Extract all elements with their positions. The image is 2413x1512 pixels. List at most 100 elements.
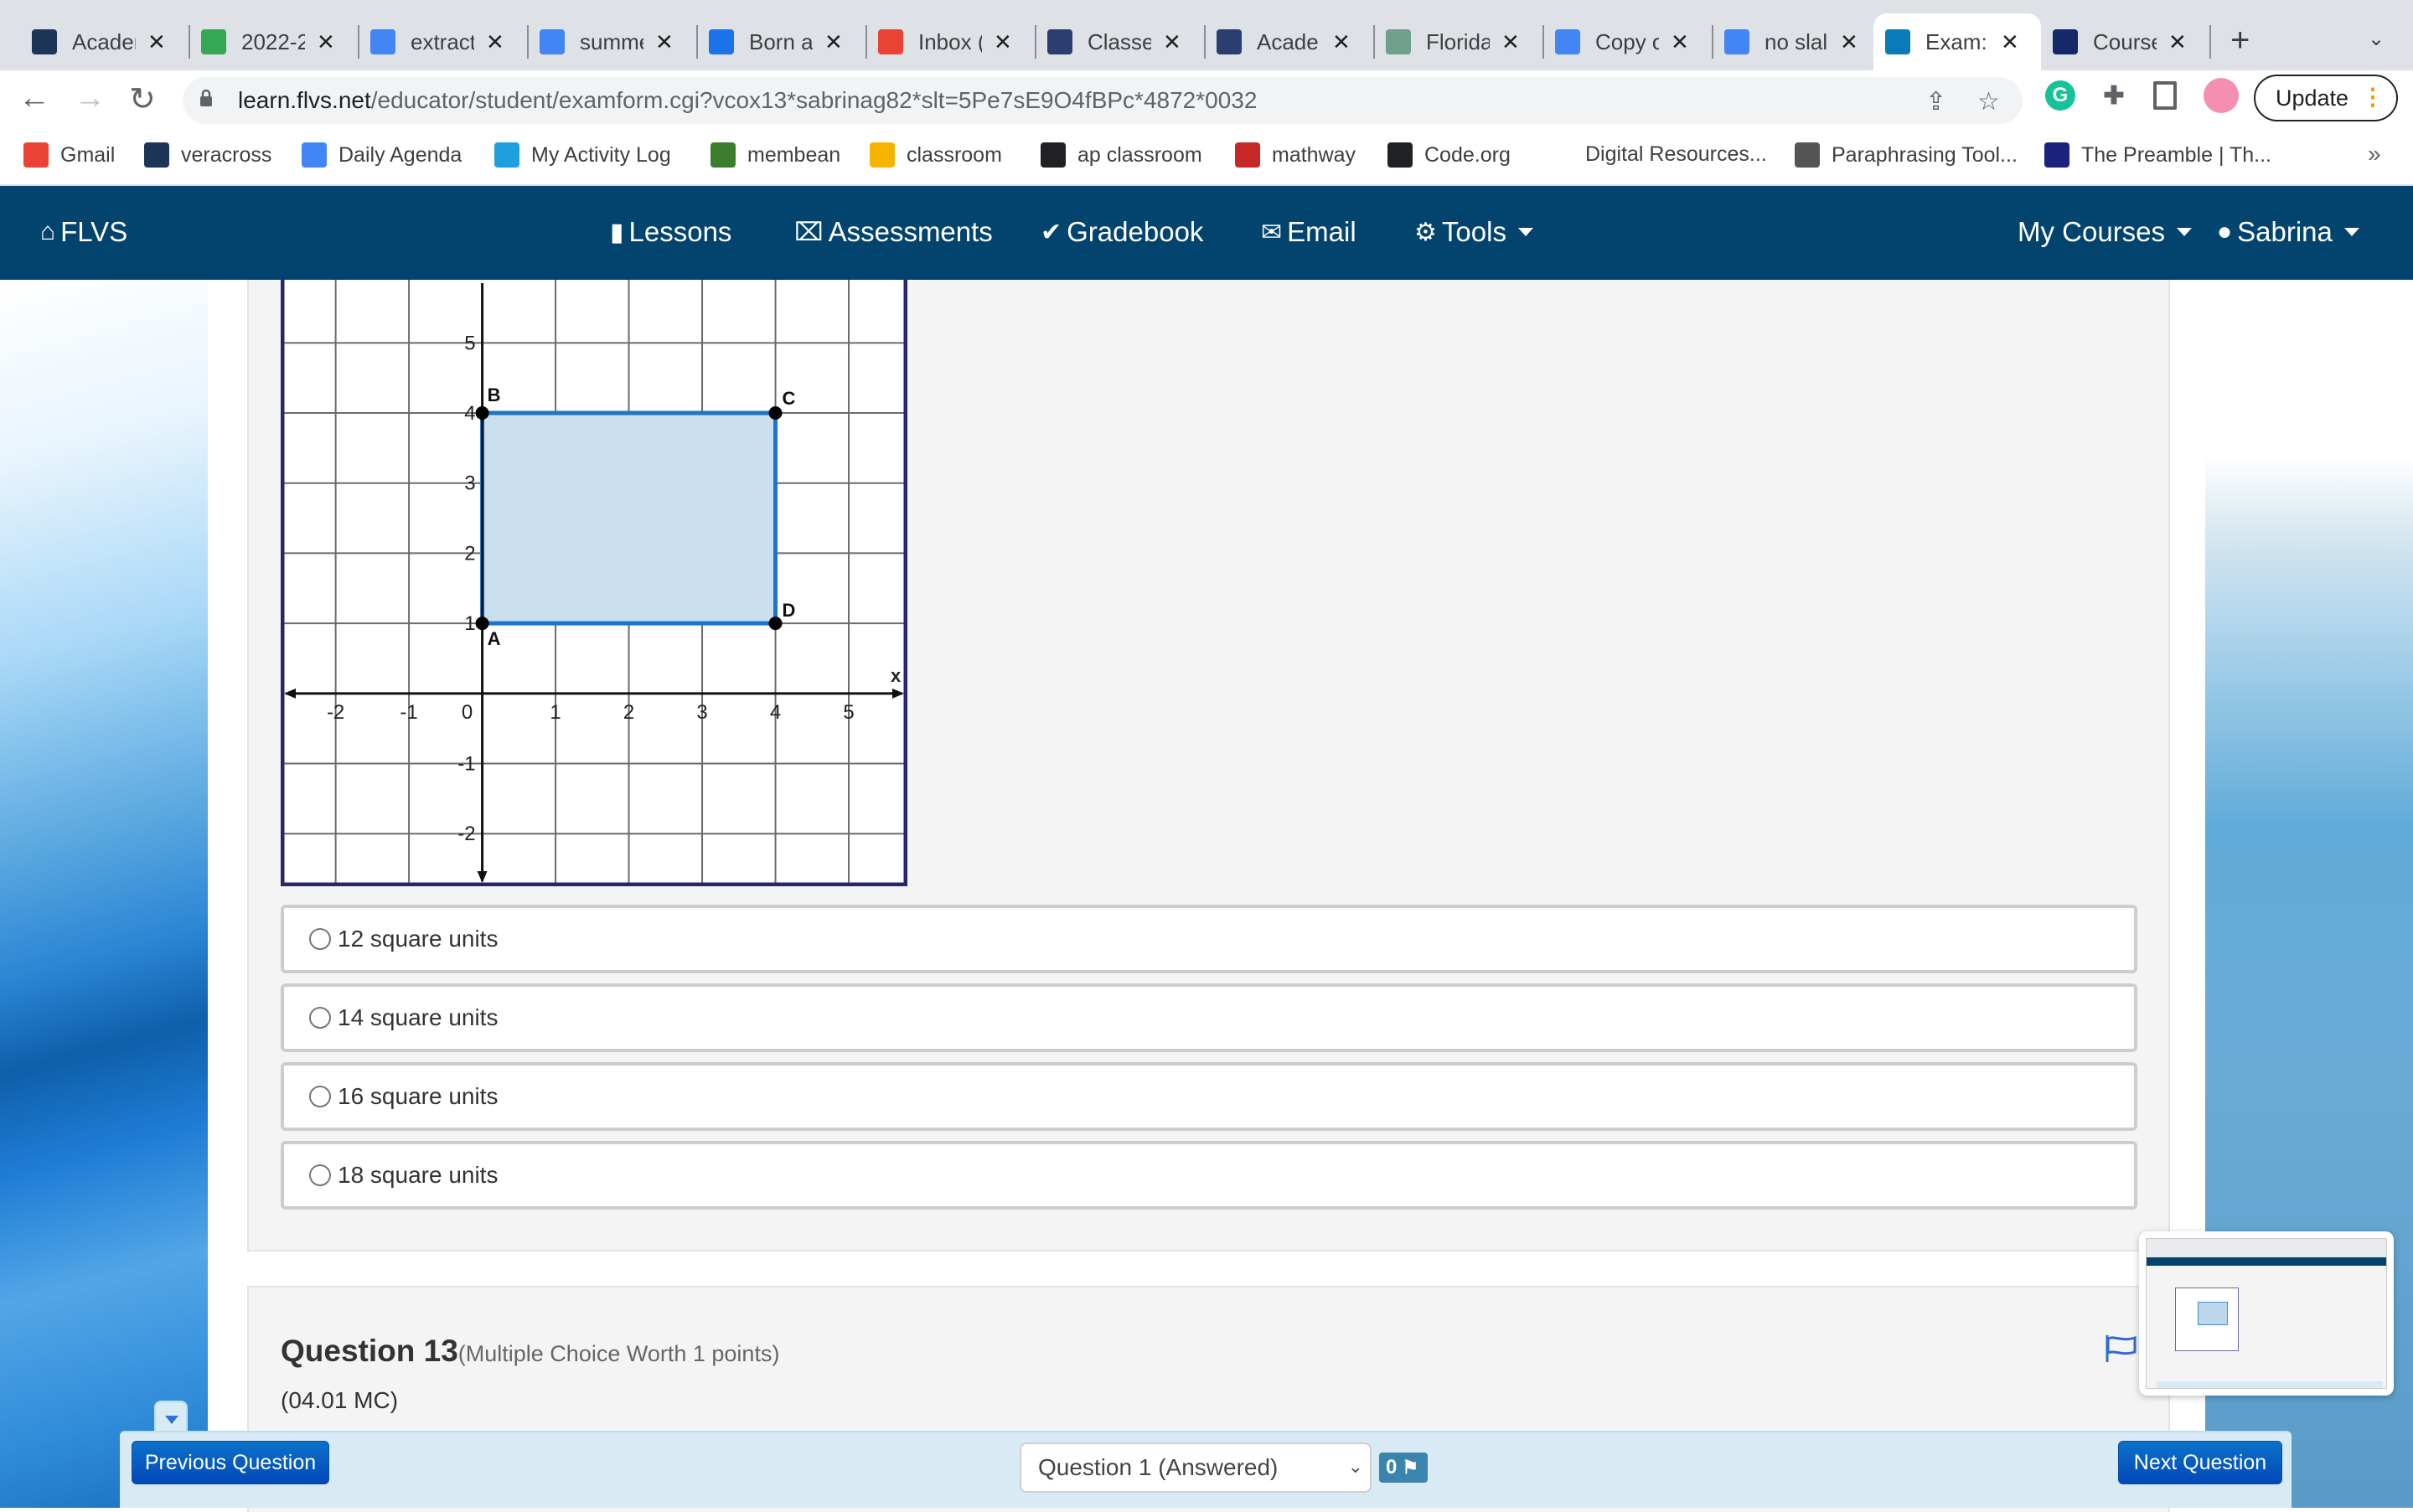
grammarly-icon[interactable]: G	[2045, 80, 2075, 111]
nav-lessons[interactable]: ▮ Lessons	[610, 216, 731, 248]
tab-close-icon[interactable]: ✕	[147, 29, 166, 55]
new-tab-button[interactable]: +	[2230, 22, 2250, 59]
x-tick-label: 0	[462, 701, 473, 724]
browser-tab[interactable]: Inbox (✕	[866, 18, 1036, 65]
y-tick-label: -1	[457, 753, 475, 776]
bookmark-label: Code.org	[1424, 142, 1511, 167]
forward-button[interactable]: →	[74, 80, 106, 116]
nav-email[interactable]: ✉ Email	[1261, 216, 1356, 248]
update-button[interactable]: Update ⋮	[2254, 75, 2398, 121]
tab-close-icon[interactable]: ✕	[1501, 29, 1520, 55]
acorn-icon	[1041, 142, 1066, 168]
home-icon: ⌂	[40, 218, 56, 245]
nav-user-menu[interactable]: ● Sabrina	[2217, 216, 2359, 248]
tab-title: Born a	[749, 28, 813, 54]
browser-tab[interactable]: Born a ✕	[697, 18, 867, 65]
course-shield-icon	[2053, 29, 2078, 54]
tab-close-icon[interactable]: ✕	[655, 29, 674, 55]
tab-close-icon[interactable]: ✕	[1332, 29, 1351, 55]
previous-question-button[interactable]: Previous Question	[132, 1441, 329, 1484]
bookmark-star-icon[interactable]: ☆	[1977, 87, 2000, 116]
google-docs-icon	[302, 142, 327, 168]
side-panel-icon[interactable]	[2153, 81, 2177, 110]
answer-option-3[interactable]: 16 square units	[281, 1062, 2137, 1131]
bookmark-item[interactable]: The Preamble | Th...	[2044, 142, 2271, 168]
thumbnail-bottom-bar	[2157, 1381, 2383, 1388]
nav-gradebook[interactable]: ✔ Gradebook	[1041, 216, 1203, 248]
y-tick-label: 3	[464, 472, 475, 495]
extensions-puzzle-icon[interactable]: ✚	[2099, 80, 2129, 111]
radio-button[interactable]	[309, 1086, 331, 1107]
radio-button[interactable]	[309, 928, 331, 950]
answer-option-4[interactable]: 18 square units	[281, 1141, 2137, 1210]
browser-tab[interactable]: 2022-2 ✕	[189, 18, 359, 65]
tab-close-icon[interactable]: ✕	[824, 29, 843, 55]
url-text[interactable]: learn.flvs.net/educator/student/examform…	[238, 87, 1257, 114]
envelope-icon: ✉	[1261, 218, 1283, 246]
flagged-count-badge[interactable]: 0 ⚑	[1379, 1453, 1428, 1483]
tab-close-icon[interactable]: ✕	[2168, 29, 2187, 55]
address-bar[interactable]: learn.flvs.net/educator/student/examform…	[183, 77, 2023, 124]
tab-close-icon[interactable]: ✕	[1163, 29, 1181, 55]
browser-tab[interactable]: Acade ✕	[1205, 18, 1375, 65]
question-select[interactable]: Question 1 (Answered) ⌄	[1020, 1442, 1372, 1493]
coordinate-graph: -2 -1 0 1 2 3 4 5 5 4 3 2 1 -1 -2 x A B C D	[281, 280, 907, 886]
bookmark-label: membean	[747, 142, 841, 167]
answer-option-1[interactable]: 12 square units	[281, 905, 2137, 973]
browser-tab[interactable]: summe ✕	[528, 18, 698, 65]
bookmark-item[interactable]: Code.org	[1387, 142, 1511, 168]
nav-assessments[interactable]: ⌧ Assessments	[794, 216, 993, 248]
next-question-button[interactable]: Next Question	[2118, 1441, 2282, 1484]
gmail-icon	[878, 29, 903, 54]
book-icon: ▮	[610, 218, 624, 246]
tab-search-button[interactable]: ⌄	[2368, 27, 2385, 51]
bookmark-item[interactable]: ap classroom	[1041, 142, 1202, 168]
share-icon[interactable]: ⇪	[1925, 87, 1946, 116]
browser-tab[interactable]: Copy o ✕	[1543, 18, 1713, 65]
bookmark-item[interactable]: mathway	[1235, 142, 1356, 168]
bookmark-item[interactable]: Daily Agenda	[302, 142, 462, 168]
answer-option-2[interactable]: 14 square units	[281, 983, 2137, 1052]
option-label: 16 square units	[338, 1083, 499, 1109]
question-13-code: (04.01 MC)	[281, 1387, 399, 1413]
browser-tab[interactable]: Exam: ✕	[1873, 13, 2041, 70]
flag-question-icon[interactable]	[2105, 1334, 2138, 1364]
bookmark-item[interactable]: veracross	[144, 142, 271, 168]
browser-tab[interactable]: extract ✕	[359, 18, 529, 65]
inbox-icon: ⌧	[794, 218, 824, 246]
nav-my-courses[interactable]: My Courses	[2018, 216, 2193, 248]
tab-title: Course	[2093, 28, 2157, 54]
browser-tab[interactable]: Classe ✕	[1036, 18, 1206, 65]
tab-close-icon[interactable]: ✕	[2001, 29, 2019, 55]
screenshot-thumbnail[interactable]	[2139, 1231, 2394, 1396]
nav-tools[interactable]: ⚙ Tools	[1414, 216, 1533, 248]
flvs-home-link[interactable]: ⌂ FLVS	[40, 216, 127, 248]
tab-close-icon[interactable]: ✕	[317, 29, 335, 55]
bookmark-item[interactable]: My Activity Log	[494, 142, 671, 168]
bookmark-item[interactable]: Paraphrasing Tool...	[1795, 142, 2018, 168]
tab-close-icon[interactable]: ✕	[994, 29, 1012, 55]
browser-tab[interactable]: Academ ✕	[20, 18, 190, 65]
tab-title: Academ	[72, 28, 136, 54]
browser-tab[interactable]: no slal ✕	[1713, 18, 1883, 65]
browser-tab[interactable]: Course ✕	[2041, 18, 2211, 65]
reload-button[interactable]: ↻	[129, 80, 156, 118]
tab-close-icon[interactable]: ✕	[1671, 29, 1689, 55]
back-button[interactable]: ←	[18, 80, 50, 116]
y-tick-label: 1	[464, 612, 475, 635]
collapse-bar-toggle[interactable]	[154, 1401, 188, 1434]
tab-close-icon[interactable]: ✕	[486, 29, 504, 55]
profile-avatar[interactable]	[2204, 78, 2239, 113]
browser-tab[interactable]: Florida ✕	[1374, 18, 1544, 65]
bookmarks-overflow-button[interactable]: »	[2368, 141, 2381, 168]
radio-button[interactable]	[309, 1164, 331, 1186]
radio-button[interactable]	[309, 1007, 331, 1029]
rectangle-abcd	[480, 410, 778, 626]
x-axis-arrow-right	[892, 688, 904, 699]
tab-close-icon[interactable]: ✕	[1840, 29, 1858, 55]
bookmark-item[interactable]: membean	[710, 142, 840, 168]
membean-icon	[710, 142, 736, 168]
bookmark-item[interactable]: Gmail	[23, 142, 115, 168]
bookmark-item[interactable]: Digital Resources...	[1585, 142, 1767, 167]
bookmark-item[interactable]: classroom	[870, 142, 1002, 168]
